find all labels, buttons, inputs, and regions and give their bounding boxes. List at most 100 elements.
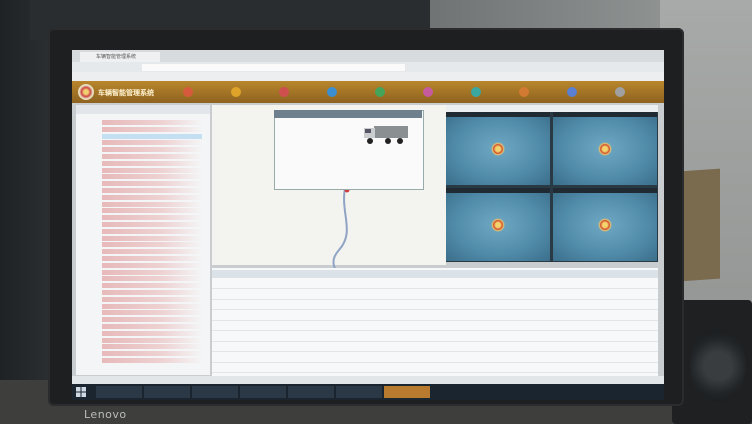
browser-titlebar bbox=[72, 50, 664, 62]
tree-node-vehicle[interactable] bbox=[102, 228, 202, 234]
table-row[interactable] bbox=[212, 352, 658, 363]
nav-icon bbox=[231, 87, 241, 97]
tree-node-vehicle[interactable] bbox=[102, 276, 202, 282]
url-field[interactable] bbox=[142, 64, 405, 71]
tree-node-vehicle[interactable] bbox=[102, 358, 202, 363]
taskbar-item[interactable] bbox=[192, 386, 238, 398]
tree-node-vehicle[interactable] bbox=[102, 256, 202, 261]
tree-node-vehicle[interactable] bbox=[102, 133, 202, 139]
app-title: 车辆智能管理系统 bbox=[98, 89, 154, 97]
camera-label bbox=[446, 112, 550, 117]
table-row[interactable] bbox=[212, 342, 658, 352]
company-logo-icon bbox=[598, 218, 612, 232]
tree-node-vehicle[interactable] bbox=[102, 154, 202, 159]
tree-node-vehicle[interactable] bbox=[102, 120, 202, 125]
nav-icon bbox=[471, 87, 481, 97]
tree-node-vehicle[interactable] bbox=[102, 194, 202, 200]
bookmarks-bar bbox=[72, 72, 664, 81]
tree-node-vehicle[interactable] bbox=[102, 290, 202, 295]
tree-node-vehicle[interactable] bbox=[102, 235, 202, 241]
tree-node-vehicle[interactable] bbox=[102, 167, 202, 173]
nav-icon bbox=[423, 87, 433, 97]
taskbar-item[interactable] bbox=[288, 386, 334, 398]
table-row[interactable] bbox=[212, 321, 658, 331]
camera-feed[interactable] bbox=[553, 112, 657, 185]
company-logo-icon bbox=[491, 218, 505, 232]
tree-node-vehicle[interactable] bbox=[102, 283, 202, 289]
tree-node-vehicle[interactable] bbox=[102, 188, 202, 193]
taskbar-item[interactable] bbox=[384, 386, 430, 398]
video-toolbar bbox=[446, 105, 658, 112]
taskbar-item[interactable] bbox=[336, 386, 382, 398]
tree-node-vehicle[interactable] bbox=[102, 324, 202, 329]
windows-start-icon[interactable] bbox=[76, 387, 86, 397]
browser-tab[interactable]: 车辆智能管理系统 bbox=[80, 52, 160, 62]
tree-node-vehicle[interactable] bbox=[102, 269, 202, 275]
popup-title bbox=[274, 110, 422, 118]
nav-item[interactable] bbox=[230, 85, 276, 99]
nav-icon bbox=[327, 87, 337, 97]
nav-item[interactable] bbox=[326, 85, 372, 99]
tree-node-vehicle[interactable] bbox=[102, 249, 202, 255]
camera-label bbox=[553, 188, 657, 193]
table-row[interactable] bbox=[212, 279, 658, 289]
table-row[interactable] bbox=[212, 289, 658, 300]
tree-panel-header bbox=[76, 105, 210, 114]
tree-node-vehicle[interactable] bbox=[102, 181, 202, 187]
tree-node-vehicle[interactable] bbox=[102, 140, 202, 146]
tree-node-vehicle[interactable] bbox=[102, 317, 202, 323]
tree-node-vehicle[interactable] bbox=[102, 296, 202, 302]
nav-item[interactable] bbox=[422, 85, 468, 99]
tree-node-vehicle[interactable] bbox=[102, 222, 202, 227]
tree-node-vehicle[interactable] bbox=[102, 344, 202, 350]
tree-node-vehicle[interactable] bbox=[102, 126, 202, 132]
tree-node-vehicle[interactable] bbox=[102, 208, 202, 214]
tree-node-vehicle[interactable] bbox=[102, 330, 202, 336]
nav-item[interactable] bbox=[614, 85, 660, 99]
nav-item[interactable] bbox=[374, 85, 420, 99]
tree-node-vehicle[interactable] bbox=[102, 303, 202, 309]
camera-feed[interactable] bbox=[446, 112, 550, 185]
nav-item[interactable] bbox=[518, 85, 564, 99]
nav-item[interactable] bbox=[470, 85, 516, 99]
taskbar-item[interactable] bbox=[240, 386, 286, 398]
truck-image bbox=[364, 126, 408, 144]
camera-feed[interactable] bbox=[446, 188, 550, 261]
speaker-cone bbox=[690, 330, 746, 402]
tree-node-vehicle[interactable] bbox=[102, 174, 202, 180]
tree-node-vehicle[interactable] bbox=[102, 215, 202, 221]
nav-icon bbox=[615, 87, 625, 97]
monitor-screen: 车辆智能管理系统 车辆智能管理系统 bbox=[72, 50, 664, 400]
table-row[interactable] bbox=[212, 363, 658, 373]
tree-node-vehicle[interactable] bbox=[102, 262, 202, 268]
app-logo-icon bbox=[78, 84, 94, 100]
camera-label bbox=[446, 188, 550, 193]
tree-node-vehicle[interactable] bbox=[102, 160, 202, 166]
table-row[interactable] bbox=[212, 331, 658, 342]
nav-icon bbox=[567, 87, 577, 97]
status-bar bbox=[72, 376, 664, 384]
table-row[interactable] bbox=[212, 310, 658, 321]
nav-icon bbox=[279, 87, 289, 97]
nav-item[interactable] bbox=[566, 85, 612, 99]
company-logo-icon bbox=[598, 142, 612, 156]
tree-node-vehicle[interactable] bbox=[102, 337, 202, 343]
nav-icon bbox=[183, 87, 193, 97]
table-header bbox=[212, 270, 658, 278]
nav-item[interactable] bbox=[182, 85, 228, 99]
camera-label bbox=[553, 112, 657, 117]
company-logo-icon bbox=[491, 142, 505, 156]
nav-icon bbox=[375, 87, 385, 97]
taskbar-item[interactable] bbox=[144, 386, 190, 398]
tree-node-vehicle[interactable] bbox=[102, 351, 202, 357]
tree-node-vehicle[interactable] bbox=[102, 310, 202, 316]
book bbox=[680, 168, 720, 282]
table-row[interactable] bbox=[212, 300, 658, 310]
tree-node-vehicle[interactable] bbox=[102, 147, 202, 153]
tree-node-vehicle[interactable] bbox=[102, 242, 202, 248]
nav-icon bbox=[519, 87, 529, 97]
taskbar-item[interactable] bbox=[96, 386, 142, 398]
tree-node-vehicle[interactable] bbox=[102, 201, 202, 207]
camera-feed[interactable] bbox=[553, 188, 657, 261]
nav-item[interactable] bbox=[278, 85, 324, 99]
